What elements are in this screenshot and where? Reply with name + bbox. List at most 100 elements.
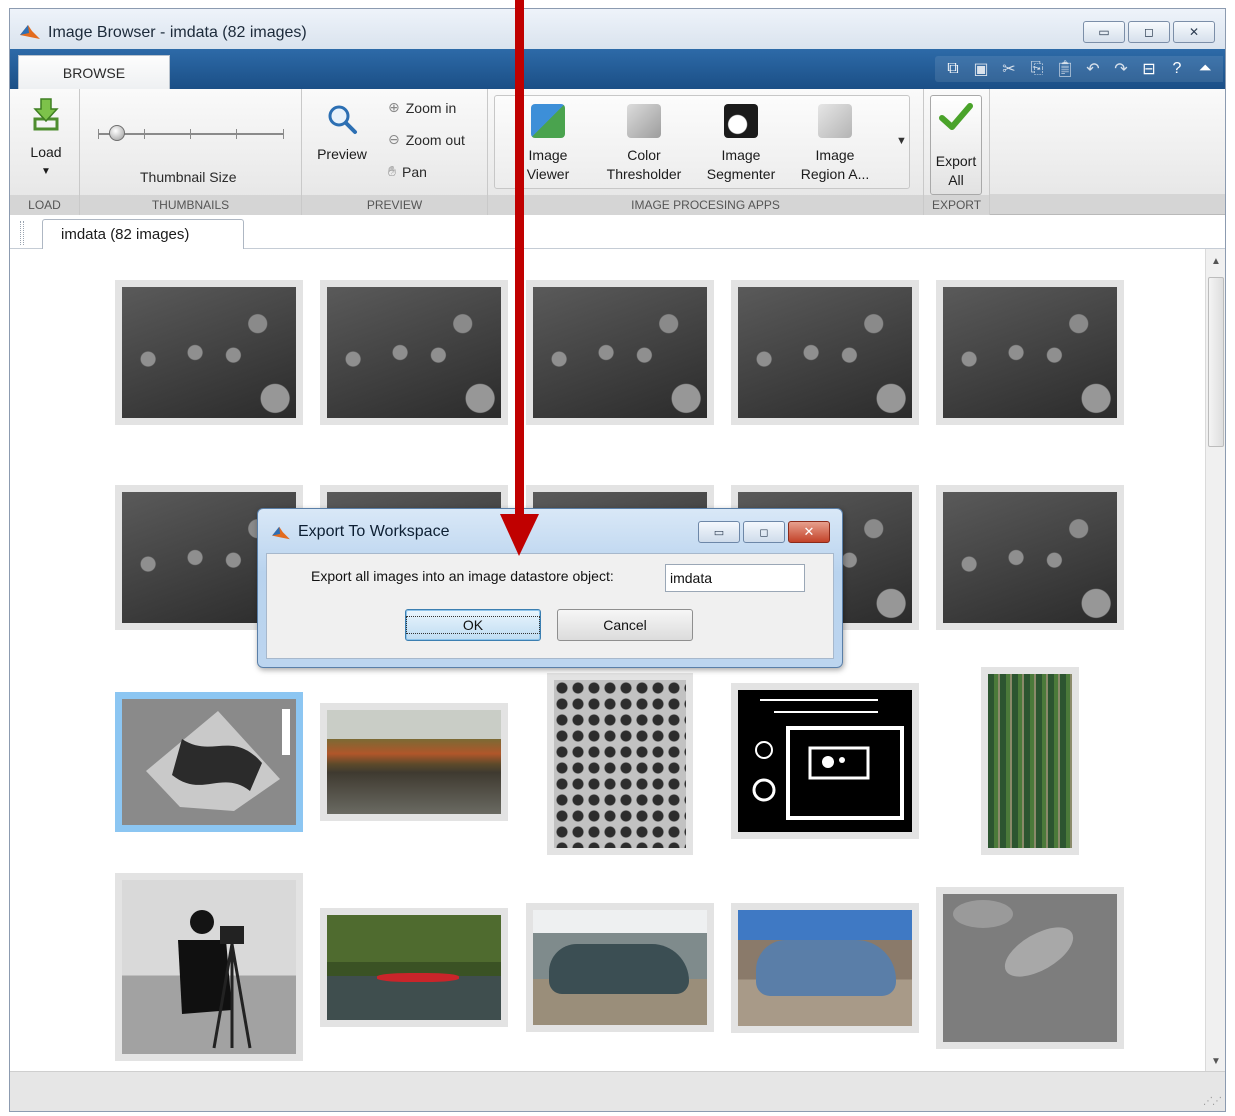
redo-icon[interactable]: ↷ [1107,58,1135,80]
thumbnail-cell-microscopy[interactable] [936,485,1124,630]
zoom-in-button[interactable]: ⊕ Zoom in [388,99,456,116]
app-label-line1: Image [721,147,761,163]
zoom-out-button[interactable]: ⊖ Zoom out [388,131,465,148]
apps-expand-chevron-down-icon[interactable]: ▼ [896,135,907,147]
preview-button[interactable]: Preview [310,103,374,164]
thumbnail-size-slider[interactable] [98,129,284,139]
export-label-line2: All [948,172,964,188]
image-segmenter-icon [724,104,758,138]
thumbnail-cell-microscopy[interactable] [731,280,919,425]
thumbnail-image [327,915,501,1020]
vertical-scrollbar[interactable]: ▲ ▼ [1205,249,1225,1073]
scroll-up-icon[interactable]: ▲ [1206,251,1226,271]
thumbnail-textured-surface[interactable] [547,673,693,855]
grip-handle[interactable] [20,221,24,245]
thumbnail-cell-microscopy[interactable] [320,280,508,425]
maximize-button[interactable]: ◻ [1128,21,1170,43]
export-variable-label: Export all images into an image datastor… [311,568,614,584]
thumbnail-cell-microscopy[interactable] [115,280,303,425]
thumbnail-circuit-board[interactable] [981,667,1079,855]
load-button[interactable]: Load ▼ [18,97,74,181]
thumbnail-image [738,690,912,832]
thumbnail-vintage-car-blue[interactable] [731,903,919,1033]
thumbnail-cell-microscopy[interactable] [526,280,714,425]
switch-windows-icon[interactable]: ⊟ [1135,58,1163,80]
thumbnail-image [122,880,296,1054]
scroll-down-icon[interactable]: ▼ [1206,1051,1226,1071]
cancel-button[interactable]: Cancel [557,609,693,641]
close-button[interactable]: ✕ [1173,21,1215,43]
preview-section: Preview ⊕ Zoom in ⊖ Zoom out ✋︎ Pan PREV… [302,89,488,215]
thumbnail-autumn-lake[interactable] [320,703,508,821]
thumbnail-cell-microscopy[interactable] [936,280,1124,425]
app-image-region-analyzer[interactable]: Image Region A... [795,104,875,184]
section-label-apps: IMAGE PROCESING APPS [488,195,923,215]
save-icon[interactable]: ▣ [967,58,995,80]
thumbnail-binary-circuit-shapes[interactable] [731,683,919,839]
copy-icon[interactable]: ⎘ [1023,58,1051,80]
slider-knob[interactable] [108,125,125,141]
thumbnail-image [533,287,707,418]
thumbnail-cell-closeup[interactable] [936,887,1124,1049]
export-label-line1: Export [935,153,977,169]
toolstrip-tabbar: BROWSE ⧉ ▣ ✂ ⎘ 📋︎ ↶ ↷ ⊟ ? ⏶ [10,49,1225,89]
minimize-icon: ▭ [1098,25,1110,39]
thumbnails-section: Thumbnail Size THUMBNAILS [80,89,302,215]
dialog-maximize-button[interactable]: ◻ [743,521,785,543]
dialog-close-button[interactable]: ✕ [788,521,830,543]
undo-icon[interactable]: ↶ [1079,58,1107,80]
help-icon[interactable]: ? [1163,58,1191,80]
section-label-load: LOAD [10,195,79,215]
export-all-button[interactable]: Export All [930,95,982,195]
thumbnail-size-label: Thumbnail Size [140,169,237,185]
collapse-icon[interactable]: ⏶ [1191,58,1219,80]
app-label-line2: Viewer [526,166,570,182]
dock-icon[interactable]: ⧉ [939,58,967,80]
pan-label: Pan [401,163,427,180]
scroll-thumb[interactable] [1208,277,1224,447]
thumbnail-image [738,287,912,418]
toolstrip-ribbon: Load ▼ LOAD Thumbnail Size THUMBNAILS Pr… [10,89,1225,215]
thumbnail-vintage-car-green[interactable] [526,903,714,1032]
title-bar: Image Browser - imdata (82 images) ▭ ◻ ✕ [10,9,1225,49]
thumbnail-image [533,910,707,1025]
canoe-shape [377,973,459,982]
car-body-shape [756,940,896,996]
load-section: Load ▼ LOAD [10,89,80,215]
resize-grip-icon[interactable]: ⋰⋰ [1203,1096,1222,1107]
window-title: Image Browser - imdata (82 images) [48,24,307,41]
datastore-name-input[interactable] [665,564,805,592]
app-color-thresholder[interactable]: Color Thresholder [599,104,689,184]
matlab-logo-icon [20,25,40,39]
slider-tick [283,129,284,139]
minimize-icon: ▭ [713,526,725,539]
ok-button[interactable]: OK [405,609,541,641]
thumbnail-canoe[interactable] [320,908,508,1027]
app-image-segmenter[interactable]: Image Segmenter [701,104,781,184]
app-label-line2: Thresholder [606,166,682,182]
slider-tick [98,129,99,139]
export-to-workspace-dialog: Export To Workspace ▭ ◻ ✕ Export all ima… [257,508,843,668]
preview-label: Preview [317,146,367,162]
app-image-viewer[interactable]: Image Viewer [513,104,583,184]
dialog-title: Export To Workspace [298,523,450,540]
dialog-minimize-button[interactable]: ▭ [698,521,740,543]
status-bar: ⋰⋰ [10,1071,1225,1111]
maximize-icon: ◻ [759,526,769,539]
minimize-button[interactable]: ▭ [1083,21,1125,43]
cut-icon[interactable]: ✂ [995,58,1023,80]
apps-gallery: Image Viewer Color Thresholder Image Seg… [494,95,910,189]
pan-button[interactable]: ✋︎ Pan [388,163,427,180]
dialog-body: Export all images into an image datastor… [266,553,834,659]
export-section: Export All EXPORT [924,89,990,215]
load-icon [33,98,59,131]
paste-icon[interactable]: 📋︎ [1051,58,1079,80]
app-label-line1: Color [627,147,661,163]
app-label-line2: Region A... [800,166,870,182]
thumbnail-ultrasound-sector[interactable] [115,692,303,832]
slider-tick [190,129,191,139]
document-tab-imdata[interactable]: imdata (82 images) [42,219,244,249]
thumbnail-cameraman[interactable] [115,873,303,1061]
slider-tick [144,129,145,139]
tab-browse[interactable]: BROWSE [18,55,170,89]
